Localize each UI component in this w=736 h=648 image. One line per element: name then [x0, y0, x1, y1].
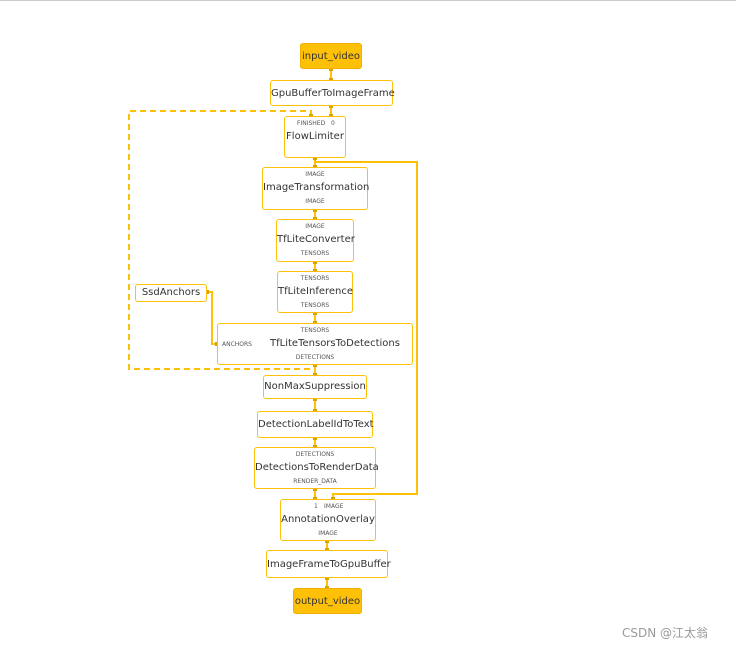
node-flow-limiter[interactable]: FINISHED 0 FlowLimiter — [284, 116, 346, 158]
edge-anchors — [207, 291, 217, 345]
port-label: ANCHORS — [222, 341, 252, 348]
graph-canvas: input_video GpuBufferToImageFrame FINISH… — [0, 0, 736, 648]
node-label: TfLiteTensorsToDetections — [270, 338, 400, 349]
port-label: TENSORS — [300, 250, 330, 257]
node-detection-label-id-to-text[interactable]: DetectionLabelIdToText — [257, 411, 374, 438]
node-annotation-overlay[interactable]: 1 IMAGE AnnotationOverlay IMAGE — [280, 499, 376, 541]
node-label: GpuBufferToImageFrame — [271, 88, 395, 99]
port-label: DETECTIONS — [295, 451, 335, 458]
node-label: FlowLimiter — [286, 131, 344, 142]
node-tflite-inference[interactable]: TENSORS TfLiteInference TENSORS — [277, 271, 353, 313]
node-label: input_video — [301, 51, 361, 62]
node-label: TfLiteInference — [278, 286, 354, 297]
port-label: IMAGE — [318, 530, 338, 537]
port-label: IMAGE — [305, 198, 325, 205]
node-input-video[interactable]: input_video — [300, 43, 362, 69]
node-ssd-anchors[interactable]: SsdAnchors — [135, 284, 207, 302]
node-label: AnnotationOverlay — [281, 514, 375, 525]
port-label: IMAGE — [324, 503, 344, 510]
node-output-video[interactable]: output_video — [293, 588, 362, 614]
port-label: 0 — [331, 120, 335, 127]
node-tflite-tensors-to-detections[interactable]: TENSORS ANCHORS TfLiteTensorsToDetection… — [217, 323, 413, 365]
node-label: DetectionsToRenderData — [255, 462, 379, 473]
watermark: CSDN @江太翁 — [622, 626, 709, 640]
node-label: output_video — [294, 596, 361, 607]
port-label: TENSORS — [300, 275, 330, 282]
port-label: TENSORS — [300, 327, 330, 334]
port-label: RENDER_DATA — [293, 478, 337, 485]
node-label: ImageFrameToGpuBuffer — [267, 559, 391, 570]
node-label: SsdAnchors — [141, 287, 201, 298]
node-label: TfLiteConverter — [277, 234, 355, 245]
node-non-max-suppression[interactable]: NonMaxSuppression — [263, 375, 367, 399]
node-label: DetectionLabelIdToText — [258, 419, 374, 430]
port-label: DETECTIONS — [295, 354, 335, 361]
node-image-transformation[interactable]: IMAGE ImageTransformation IMAGE — [262, 167, 370, 210]
port-label: TENSORS — [300, 302, 330, 309]
node-image-frame-to-gpu-buffer[interactable]: ImageFrameToGpuBuffer — [266, 550, 391, 578]
node-label: NonMaxSuppression — [264, 381, 366, 392]
port-label: FINISHED — [297, 120, 326, 127]
port-label: IMAGE — [305, 223, 325, 230]
node-label: ImageTransformation — [263, 182, 370, 193]
node-tflite-converter[interactable]: IMAGE TfLiteConverter TENSORS — [276, 219, 355, 262]
node-gpu-buffer-to-image-frame[interactable]: GpuBufferToImageFrame — [270, 80, 395, 106]
port-label: 1 — [314, 503, 318, 510]
node-detections-to-render-data[interactable]: DETECTIONS DetectionsToRenderData RENDER… — [254, 447, 379, 489]
port-label: IMAGE — [305, 171, 325, 178]
